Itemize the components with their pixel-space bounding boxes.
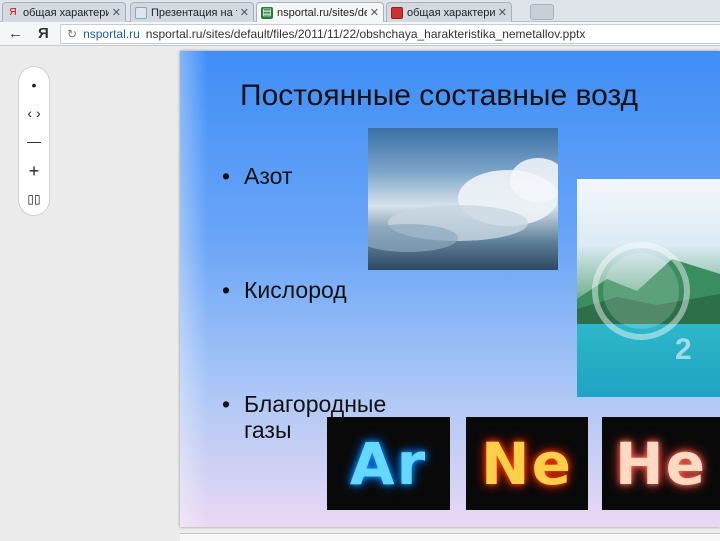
url-domain: nsportal.ru [83, 27, 140, 41]
tab-0[interactable]: Я общая характеристи ✕ [2, 2, 126, 22]
bullet-item: • Азот [222, 163, 293, 189]
tab-label: общая характеристи [407, 6, 495, 19]
neon-helium-photo: He [602, 417, 720, 510]
overlay-number: 2 [675, 333, 692, 366]
url-text: nsportal.ru/sites/default/files/2011/11/… [145, 27, 586, 41]
tab-label: общая характеристи [23, 6, 109, 19]
slides-icon [391, 6, 403, 19]
tab-3[interactable]: общая характеристи ✕ [386, 2, 512, 22]
dot-icon[interactable]: • [19, 73, 49, 97]
close-icon[interactable]: ✕ [370, 6, 379, 19]
neon-neon-photo: Ne [466, 417, 588, 510]
yandex-button[interactable]: Я [38, 25, 49, 42]
tab-label: nsportal.ru/sites/defa [277, 6, 367, 19]
close-icon[interactable]: ✕ [498, 6, 507, 19]
back-arrow-icon[interactable]: ← [8, 25, 23, 42]
bullet-item: • Кислород [222, 277, 347, 303]
address-bar: ← Я ↻ nsportal.ru nsportal.ru/sites/defa… [0, 22, 720, 46]
tab-1[interactable]: Презентация на тему ✕ [130, 2, 254, 22]
presentation-viewer: • ‹ › — + ▯▯ Постоянные составные возд •… [0, 47, 720, 541]
doc-icon: ▤ [261, 6, 273, 19]
neon-argon-photo: Ar [327, 417, 450, 510]
sky-clouds-photo [368, 128, 558, 270]
slide-title: Постоянные составные возд [240, 79, 639, 112]
zoom-in-button[interactable]: + [19, 159, 49, 183]
new-tab-button[interactable] [530, 4, 554, 20]
fit-page-icon[interactable]: ▯▯ [19, 187, 49, 211]
clouds-shape [368, 158, 558, 252]
viewer-controls: • ‹ › — + ▯▯ [18, 66, 50, 216]
tab-bar: Я общая характеристи ✕ Презентация на те… [0, 0, 720, 22]
lake-shape: 2 [577, 242, 720, 366]
zoom-out-button[interactable]: — [19, 129, 49, 153]
yandex-icon: Я [9, 6, 17, 18]
tab-2[interactable]: ▤ nsportal.ru/sites/defa ✕ [256, 2, 384, 22]
close-icon[interactable]: ✕ [240, 6, 249, 19]
slide: Постоянные составные возд • Азот • Кислоро… [180, 51, 720, 527]
tab-label: Презентация на тему [151, 6, 237, 19]
mountain-lake-photo: 2 [577, 179, 720, 397]
url-field[interactable]: ↻ nsportal.ru nsportal.ru/sites/default/… [60, 24, 720, 44]
close-icon[interactable]: ✕ [112, 6, 121, 19]
slides-icon [135, 6, 147, 19]
prev-next-icon[interactable]: ‹ › [19, 101, 49, 125]
reload-icon[interactable]: ↻ [67, 27, 77, 41]
